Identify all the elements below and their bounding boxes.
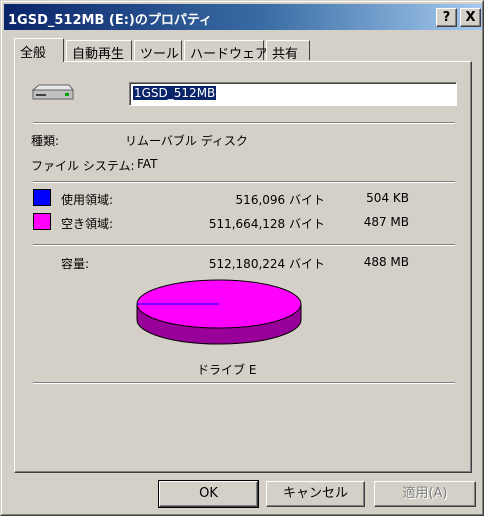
disk-usage-pie [136, 279, 302, 345]
drive-name-input[interactable]: 1GSD_512MB [129, 82, 457, 106]
free-space-swatch [33, 213, 51, 230]
used-space-swatch [33, 189, 51, 206]
tab-hardware[interactable]: ハードウェア [184, 40, 268, 62]
separator [33, 244, 455, 246]
drive-letter-label: ドライブ E [197, 363, 257, 377]
removable-drive-icon [31, 84, 75, 100]
file-system-label: ファイル システム: [31, 159, 135, 173]
tab-tools[interactable]: ツール [134, 40, 182, 62]
ok-button[interactable]: OK [158, 480, 259, 508]
type-label: 種類: [31, 134, 60, 148]
tab-sharing[interactable]: 共有 [266, 40, 310, 62]
cancel-button[interactable]: キャンセル [266, 481, 365, 507]
window-title: 1GSD_512MB (E:)のプロパティ [8, 13, 213, 28]
properties-window: 1GSD_512MB (E:)のプロパティ ? X 全般 自動再生 ツール ハー… [0, 0, 484, 516]
free-space-bytes: 511,664,128 バイト [208, 217, 325, 231]
tab-general[interactable]: 全般 [14, 38, 64, 62]
apply-button[interactable]: 適用(A) [374, 481, 476, 507]
close-button[interactable]: X [460, 8, 481, 27]
separator [33, 181, 455, 183]
separator [33, 382, 455, 384]
used-space-label: 使用領域: [61, 193, 114, 207]
free-space-size: 487 MB [363, 215, 409, 229]
used-space-bytes: 516,096 バイト [235, 193, 325, 207]
tab-autoplay[interactable]: 自動再生 [66, 40, 132, 62]
file-system-value: FAT [137, 157, 158, 171]
free-space-label: 空き領域: [61, 217, 114, 231]
help-button[interactable]: ? [436, 8, 457, 27]
drive-name-value: 1GSD_512MB [133, 86, 217, 100]
capacity-bytes: 512,180,224 バイト [208, 257, 325, 271]
type-value: リムーバブル ディスク [125, 134, 248, 148]
used-space-size: 504 KB [366, 191, 409, 205]
capacity-size: 488 MB [363, 255, 409, 269]
capacity-label: 容量: [61, 257, 90, 271]
separator [33, 122, 455, 124]
title-bar[interactable]: 1GSD_512MB (E:)のプロパティ ? X [4, 4, 482, 30]
general-panel: 1GSD_512MB 種類: リムーバブル ディスク ファイル システム: FA… [14, 61, 472, 473]
